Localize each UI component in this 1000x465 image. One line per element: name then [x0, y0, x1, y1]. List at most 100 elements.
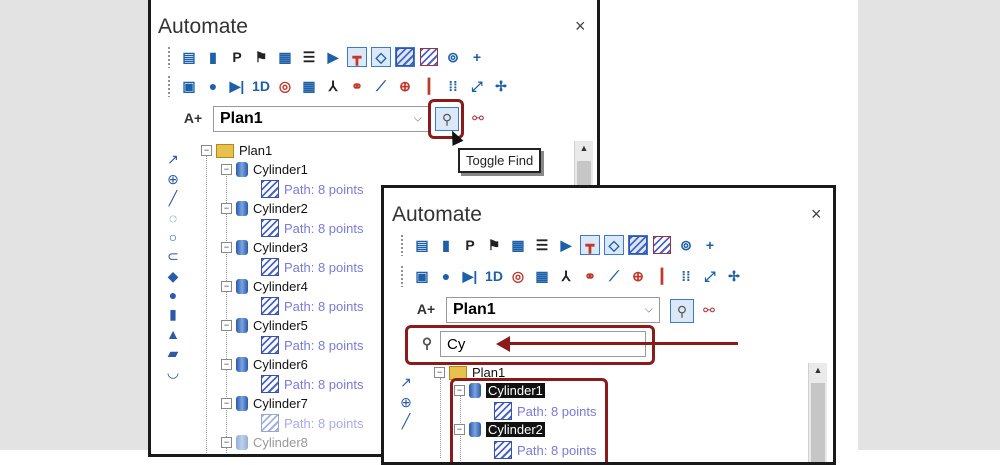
close-button[interactable]: × [811, 204, 822, 225]
joint-icon[interactable]: ⊕ [395, 76, 415, 96]
play-icon[interactable]: ▶ [556, 235, 576, 255]
add-icon[interactable]: + [467, 47, 487, 67]
scroll-up-icon[interactable]: ▲ [809, 365, 827, 375]
scroll-thumb[interactable] [811, 383, 825, 462]
grid-icon[interactable]: ▦ [532, 266, 552, 286]
pin-icon[interactable]: ⚑ [484, 235, 504, 255]
toolbar-grip[interactable] [167, 75, 171, 97]
pin-icon[interactable]: ⚑ [251, 47, 271, 67]
balloon-icon[interactable]: ● [203, 76, 223, 96]
circle-icon[interactable]: ○ [163, 228, 183, 247]
calculator-icon[interactable]: ▦ [508, 235, 528, 255]
tree-path[interactable]: Path: 8 points [261, 258, 364, 276]
chevron-down-icon[interactable]: ⌵ [414, 113, 422, 126]
toggle-find-button[interactable]: ⚲ [435, 107, 459, 131]
arc-icon[interactable]: ◌ [163, 208, 183, 227]
calculator-icon[interactable]: ▦ [275, 47, 295, 67]
expand-icon[interactable]: ⤢ [700, 266, 720, 286]
toolbar-grip[interactable] [400, 265, 404, 287]
tree-item[interactable]: − Cylinder3 [221, 240, 308, 255]
book-icon[interactable]: ▮ [436, 235, 456, 255]
toggle-find-button[interactable]: ⚲ [670, 299, 694, 323]
p-button[interactable]: P [460, 235, 480, 255]
hatch-icon[interactable] [628, 235, 648, 255]
node-icon[interactable]: ⚭ [347, 76, 367, 96]
list-icon[interactable]: ☰ [532, 235, 552, 255]
dots-icon[interactable]: ⁞⁞ [443, 76, 463, 96]
book-icon[interactable]: ▮ [203, 47, 223, 67]
expand-icon[interactable]: ⤢ [467, 76, 487, 96]
line-icon[interactable]: ╱ [163, 189, 183, 208]
target-icon[interactable]: ⊚ [443, 47, 463, 67]
toolbar-grip[interactable] [167, 46, 171, 68]
tag-icon[interactable]: ◇ [604, 235, 624, 255]
robot-icon[interactable]: ┳ [580, 235, 600, 255]
crosshair-icon[interactable]: ⊕ [163, 169, 183, 188]
tree-item[interactable]: − Cylinder4 [221, 279, 308, 294]
tree-path[interactable]: Path: 8 points [261, 336, 364, 354]
tree-path[interactable]: Path: 8 points [261, 414, 364, 432]
robot-icon[interactable]: ┳ [347, 47, 367, 67]
pen-icon[interactable]: ↗ [163, 150, 183, 169]
play-icon[interactable]: ▶ [323, 47, 343, 67]
spiral-icon[interactable]: ◎ [275, 76, 295, 96]
branch-icon[interactable]: ⅄ [556, 266, 576, 286]
tag-icon[interactable]: ◇ [371, 47, 391, 67]
cone-icon[interactable]: ▲ [163, 325, 183, 344]
probe-icon[interactable]: ┃ [419, 76, 439, 96]
paint-icon[interactable] [652, 235, 672, 255]
balloon-icon[interactable]: ● [436, 266, 456, 286]
star-icon[interactable]: ✢ [724, 266, 744, 286]
plan-select[interactable]: Plan1 ⌵ [446, 297, 660, 323]
bowl-icon[interactable]: ◡ [163, 363, 183, 382]
step-icon[interactable]: ▶| [227, 76, 247, 96]
probe-icon[interactable]: ┃ [652, 266, 672, 286]
tree-item[interactable]: − Cylinder7 [221, 396, 308, 411]
tree-item[interactable]: − Cylinder1 [221, 162, 308, 177]
one-d-button[interactable]: 1D [251, 76, 271, 96]
chart-icon[interactable]: ⟋ [604, 266, 624, 286]
paint-icon[interactable] [419, 47, 439, 67]
tree-item[interactable]: − Cylinder2 [221, 201, 308, 216]
cube-icon[interactable]: ◆ [163, 266, 183, 285]
chart-icon[interactable]: ⟋ [371, 76, 391, 96]
add-icon[interactable]: + [700, 235, 720, 255]
sphere-icon[interactable]: ● [163, 286, 183, 305]
tree-path[interactable]: Path: 8 points [261, 297, 364, 315]
list-icon[interactable]: ☰ [299, 47, 319, 67]
target-icon[interactable]: ⊚ [676, 235, 696, 255]
dots-icon[interactable]: ⁞⁞ [676, 266, 696, 286]
step-icon[interactable]: ▶| [460, 266, 480, 286]
node-icon[interactable]: ⚭ [580, 266, 600, 286]
star-icon[interactable]: ✢ [491, 76, 511, 96]
line-icon[interactable]: ╱ [396, 412, 416, 431]
hatch-icon[interactable] [395, 47, 415, 67]
pen-icon[interactable]: ↗ [396, 373, 416, 392]
one-d-button[interactable]: 1D [484, 266, 504, 286]
properties-icon[interactable]: ▤ [179, 47, 199, 67]
plan-select[interactable]: Plan1 ⌵ [213, 106, 429, 132]
crosshair-icon[interactable]: ⊕ [396, 392, 416, 411]
spiral-icon[interactable]: ◎ [508, 266, 528, 286]
tree-path[interactable]: Path: 8 points [261, 219, 364, 237]
branch-icon[interactable]: ⅄ [323, 76, 343, 96]
grid-icon[interactable]: ▦ [299, 76, 319, 96]
tree-path[interactable]: Path: 8 points [261, 375, 364, 393]
joint-icon[interactable]: ⊕ [628, 266, 648, 286]
find-options-icon[interactable]: ⚯ [698, 299, 720, 321]
tree-root[interactable]: − Plan1 [201, 143, 272, 158]
tree-item[interactable]: − Cylinder6 [221, 357, 308, 372]
add-text-icon[interactable]: A+ [416, 299, 436, 319]
tree-item[interactable]: − Cylinder8 [221, 435, 308, 450]
tree-path[interactable]: Path: 8 points [261, 180, 364, 198]
scroll-up-icon[interactable]: ▲ [575, 143, 593, 153]
close-button[interactable]: × [575, 16, 586, 37]
chevron-down-icon[interactable]: ⌵ [645, 304, 653, 317]
toolbar-grip[interactable] [400, 234, 404, 256]
cylinder-icon[interactable]: ▮ [163, 305, 183, 324]
add-text-icon[interactable]: A+ [183, 108, 203, 128]
plane-icon[interactable]: ▰ [163, 344, 183, 363]
camera-icon[interactable]: ▣ [179, 76, 199, 96]
find-options-icon[interactable]: ⚯ [467, 107, 489, 129]
loop-icon[interactable]: ⊂ [163, 247, 183, 266]
